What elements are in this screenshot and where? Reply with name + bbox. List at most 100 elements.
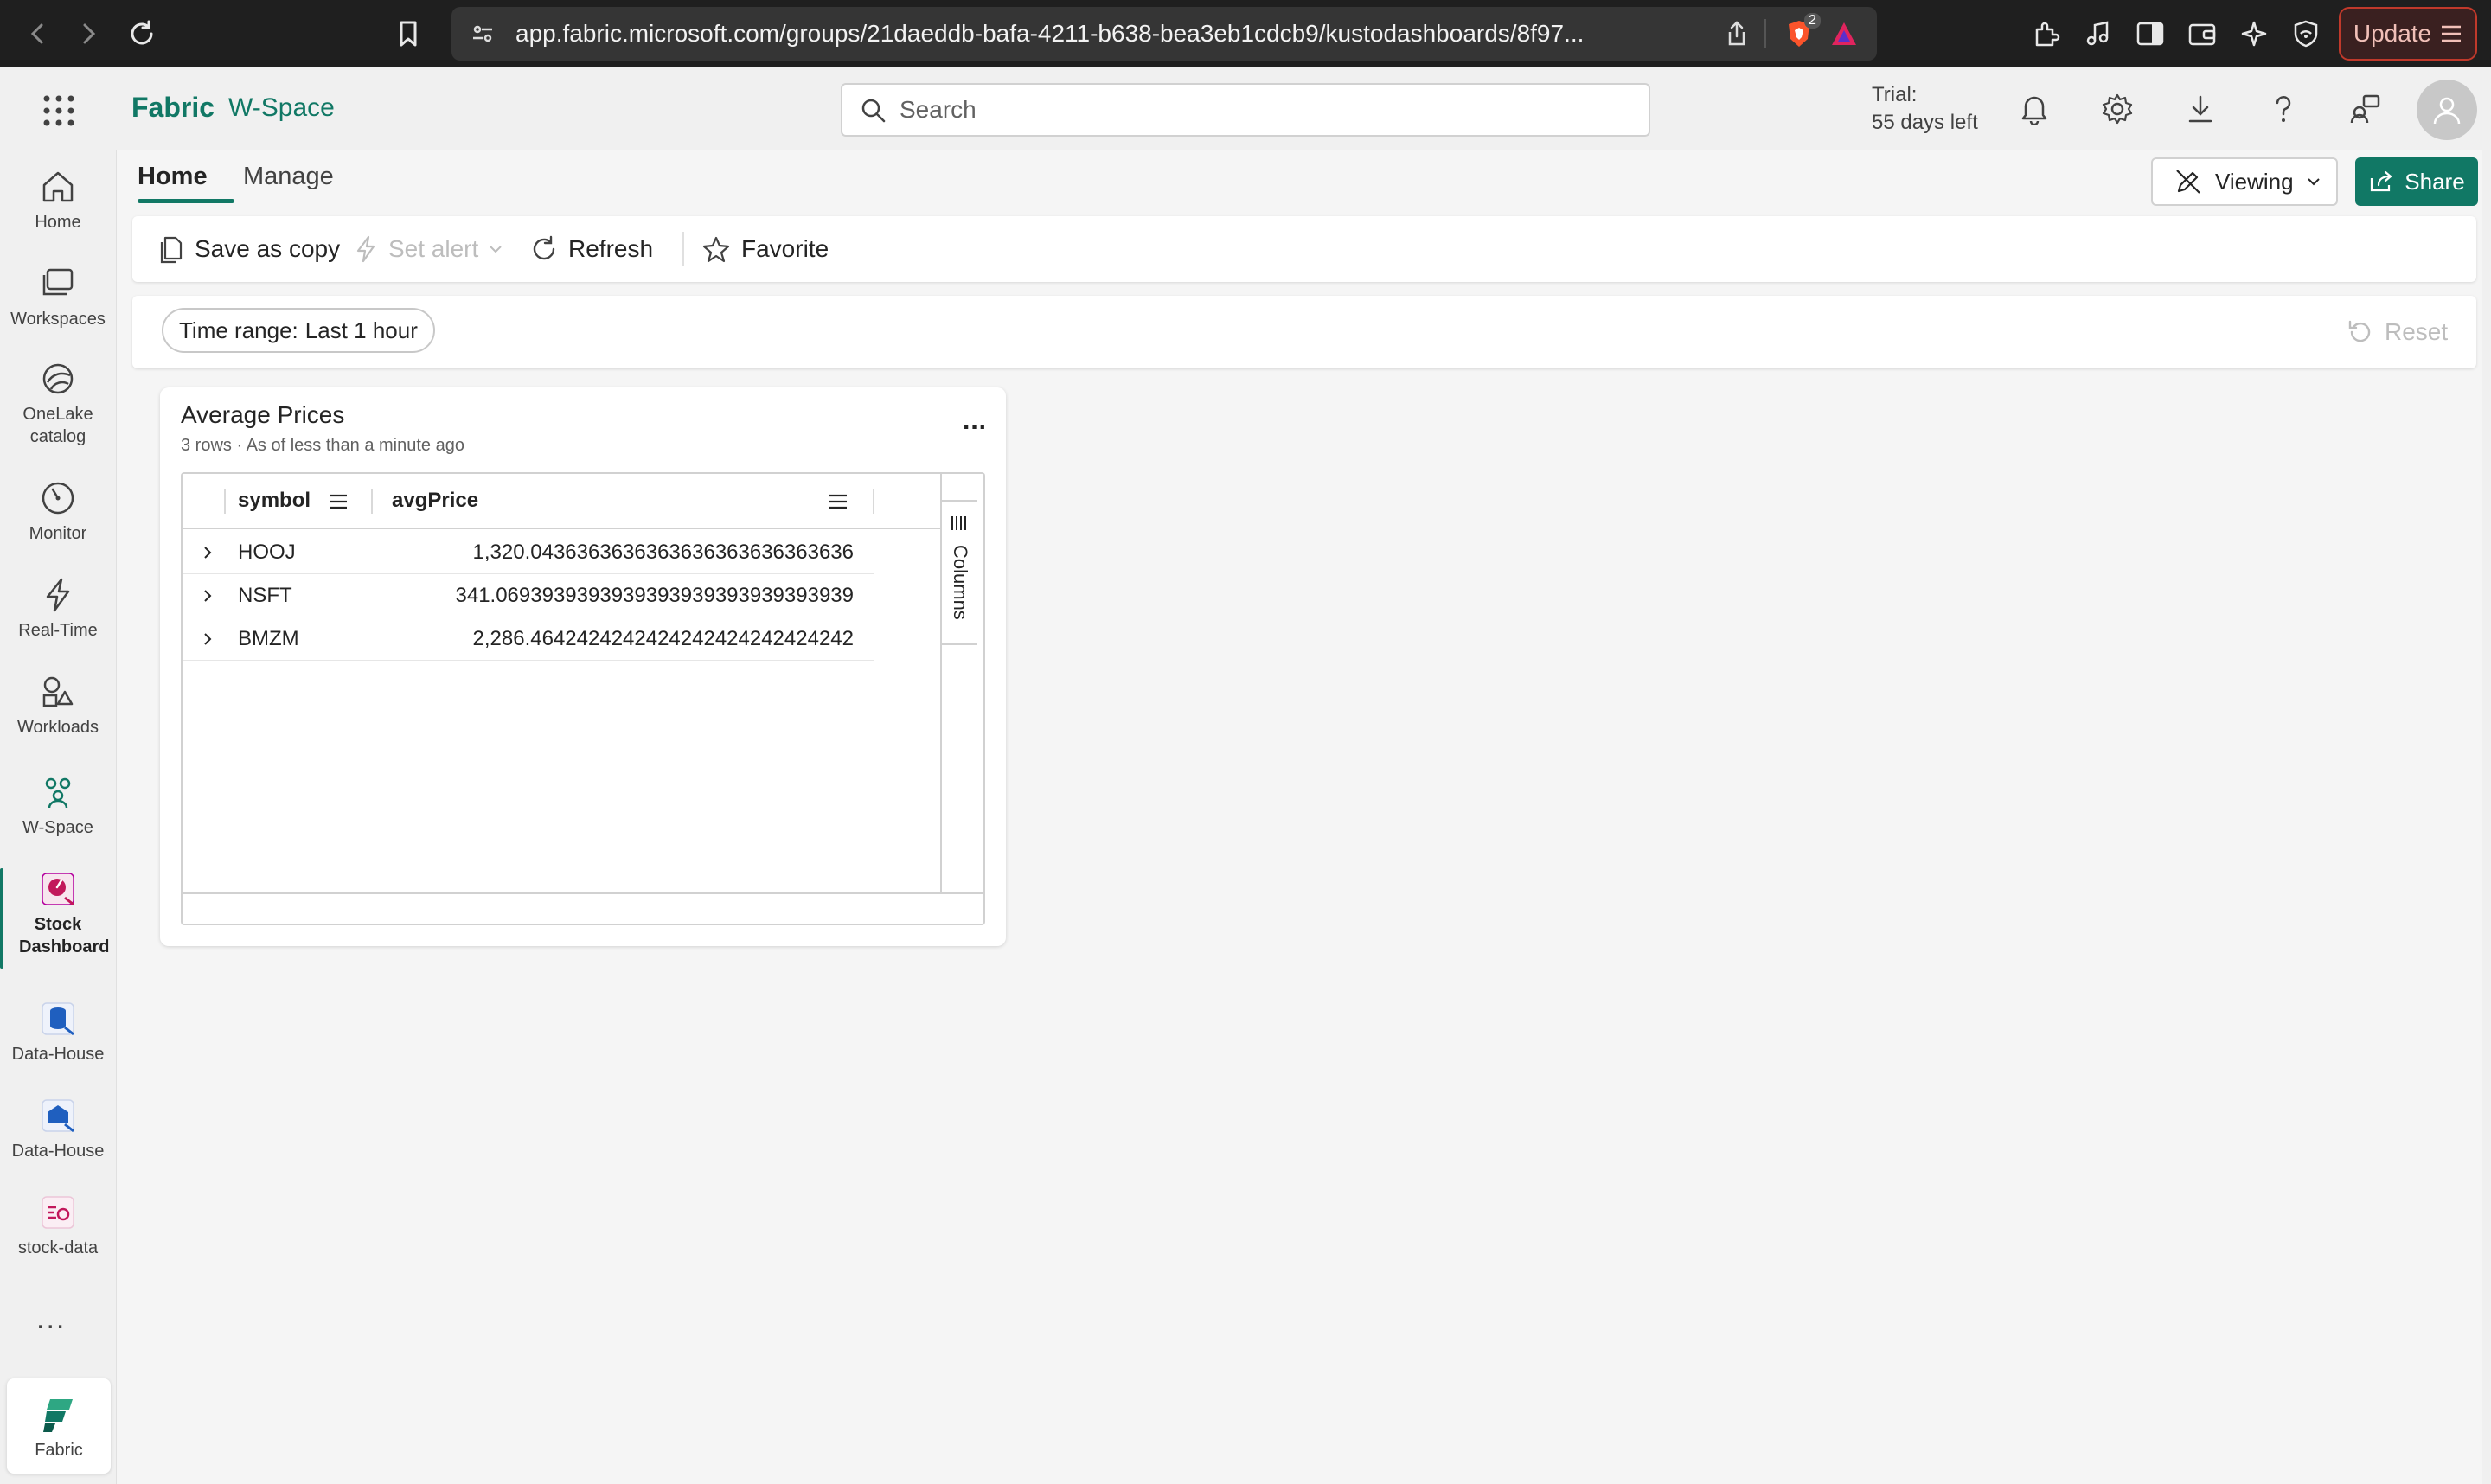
onelake-icon <box>37 358 79 400</box>
time-range-label: Time range: <box>179 317 298 343</box>
rail-item-data-house-2[interactable]: Data-House <box>0 1095 116 1162</box>
save-as-copy-label: Save as copy <box>195 235 341 262</box>
rail-item-stock-dashboard[interactable]: Stock Dashboard <box>0 868 116 969</box>
rail-label: OneLake catalog <box>22 405 93 446</box>
column-header-avgprice[interactable]: avgPrice <box>392 474 478 528</box>
search-input[interactable]: Search <box>841 83 1650 137</box>
back-icon[interactable] <box>17 13 59 54</box>
workspaces-icon <box>37 263 79 304</box>
active-tab-indicator <box>138 199 234 203</box>
address-bar[interactable]: app.fabric.microsoft.com/groups/21daeddb… <box>451 7 1877 61</box>
columns-panel-tab[interactable]: Columns <box>942 500 977 645</box>
rail-item-home[interactable]: Home <box>0 166 116 233</box>
brave-rewards-icon[interactable] <box>1823 13 1865 54</box>
column-header-symbol[interactable]: symbol <box>238 474 311 528</box>
tile-title: Average Prices <box>181 401 345 428</box>
average-prices-tile: Average Prices 3 rows · As of less than … <box>160 387 1006 946</box>
chevron-right-icon[interactable] <box>200 631 215 647</box>
avatar[interactable] <box>2417 80 2477 140</box>
help-icon[interactable] <box>2261 86 2306 131</box>
vpn-icon[interactable] <box>2285 13 2327 54</box>
url-text[interactable]: app.fabric.microsoft.com/groups/21daeddb… <box>515 7 1675 61</box>
columns-side-panel: Columns <box>940 474 977 892</box>
save-as-copy-button[interactable]: Save as copy <box>158 216 340 282</box>
rail-label: stock-data <box>17 1238 99 1257</box>
tile-more-menu[interactable]: ... <box>963 406 987 436</box>
workspace-name[interactable]: W-Space <box>228 93 335 123</box>
cell-symbol: NSFT <box>238 584 292 607</box>
fabric-switcher[interactable]: Fabric <box>7 1378 111 1474</box>
notifications-icon[interactable] <box>2012 86 2057 131</box>
rail-label: Workloads <box>16 718 99 737</box>
rail-item-onelake[interactable]: OneLake catalog <box>0 358 116 448</box>
people-icon <box>37 771 79 813</box>
grid-header: symbol avgPrice <box>183 474 940 529</box>
time-range-value: Last 1 hour <box>304 317 418 343</box>
grid-footer <box>183 892 983 924</box>
brave-shields-icon[interactable]: 2 <box>1778 13 1821 54</box>
chevron-right-icon[interactable] <box>200 588 215 604</box>
set-alert-button[interactable]: Set alert <box>354 216 503 282</box>
trial-label: Trial: <box>1872 83 1918 106</box>
share-page-icon[interactable] <box>1716 13 1758 54</box>
reset-icon <box>2348 320 2371 342</box>
columns-panel-label: Columns <box>950 545 971 620</box>
favorite-label: Favorite <box>741 235 829 262</box>
chevron-right-icon[interactable] <box>200 545 215 560</box>
column-divider <box>873 489 874 514</box>
eventstream-icon <box>37 1192 79 1233</box>
rail-item-w-space[interactable]: W-Space <box>0 771 116 839</box>
alert-lightning-icon <box>356 235 375 263</box>
rail-item-stock-data[interactable]: stock-data <box>0 1192 116 1259</box>
sidebar-icon[interactable] <box>2129 13 2171 54</box>
update-label: Update <box>2353 20 2432 47</box>
tab-manage[interactable]: Manage <box>243 163 334 191</box>
share-button[interactable]: Share <box>2355 157 2478 206</box>
viewing-mode-dropdown[interactable]: Viewing <box>2151 157 2338 206</box>
column-menu-icon[interactable] <box>828 493 848 510</box>
rail-label: Data-House <box>11 1045 105 1064</box>
rail-item-monitor[interactable]: Monitor <box>0 477 116 545</box>
url-divider <box>1764 19 1766 48</box>
wallet-icon[interactable] <box>2181 13 2223 54</box>
chevron-down-icon <box>490 246 502 253</box>
dashboard-icon <box>37 868 79 910</box>
favorite-button[interactable]: Favorite <box>701 216 829 282</box>
tab-home[interactable]: Home <box>138 163 208 191</box>
more-items-icon[interactable]: ... <box>36 1302 66 1336</box>
table-row[interactable]: NSFT 341.0693939393939393939393939393939 <box>183 574 874 617</box>
search-placeholder: Search <box>900 96 977 123</box>
table-row[interactable]: HOOJ 1,320.0436363636363636363636363636 <box>183 531 874 574</box>
extensions-icon[interactable] <box>2026 13 2067 54</box>
reload-icon[interactable] <box>121 13 163 54</box>
reset-button[interactable]: Reset <box>2347 310 2448 355</box>
rail-item-real-time[interactable]: Real-Time <box>0 574 116 642</box>
rail-item-workloads[interactable]: Workloads <box>0 671 116 739</box>
fabric-logo-icon <box>38 1394 80 1436</box>
column-divider <box>224 489 226 514</box>
column-menu-icon[interactable] <box>328 493 349 510</box>
app-header: Fabric W-Space Search Trial: 55 days lef… <box>0 67 2491 150</box>
database-icon <box>37 1095 79 1136</box>
search-icon <box>860 97 887 125</box>
browser-toolbar: app.fabric.microsoft.com/groups/21daeddb… <box>0 0 2491 67</box>
rail-item-data-house-1[interactable]: Data-House <box>0 998 116 1065</box>
leo-ai-icon[interactable] <box>2233 13 2275 54</box>
rail-item-workspaces[interactable]: Workspaces <box>0 263 116 330</box>
toolbar-divider <box>682 232 684 266</box>
music-icon[interactable] <box>2078 13 2119 54</box>
time-range-pill[interactable]: Time range: Last 1 hour <box>162 308 435 353</box>
feedback-icon[interactable] <box>2342 86 2387 131</box>
rail-label: Workspaces <box>10 310 106 329</box>
monitor-icon <box>37 477 79 519</box>
table-row[interactable]: BMZM 2,286.4642424242424242424242424242 <box>183 617 874 661</box>
update-button[interactable]: Update <box>2339 7 2477 61</box>
settings-gear-icon[interactable] <box>2095 86 2140 131</box>
brand-name[interactable]: Fabric <box>131 92 215 124</box>
app-launcher-icon[interactable] <box>38 90 80 131</box>
forward-icon[interactable] <box>67 13 109 54</box>
site-settings-icon[interactable] <box>462 13 503 54</box>
bookmark-icon[interactable] <box>387 13 429 54</box>
download-icon[interactable] <box>2178 86 2223 131</box>
refresh-button[interactable]: Refresh <box>530 216 653 282</box>
